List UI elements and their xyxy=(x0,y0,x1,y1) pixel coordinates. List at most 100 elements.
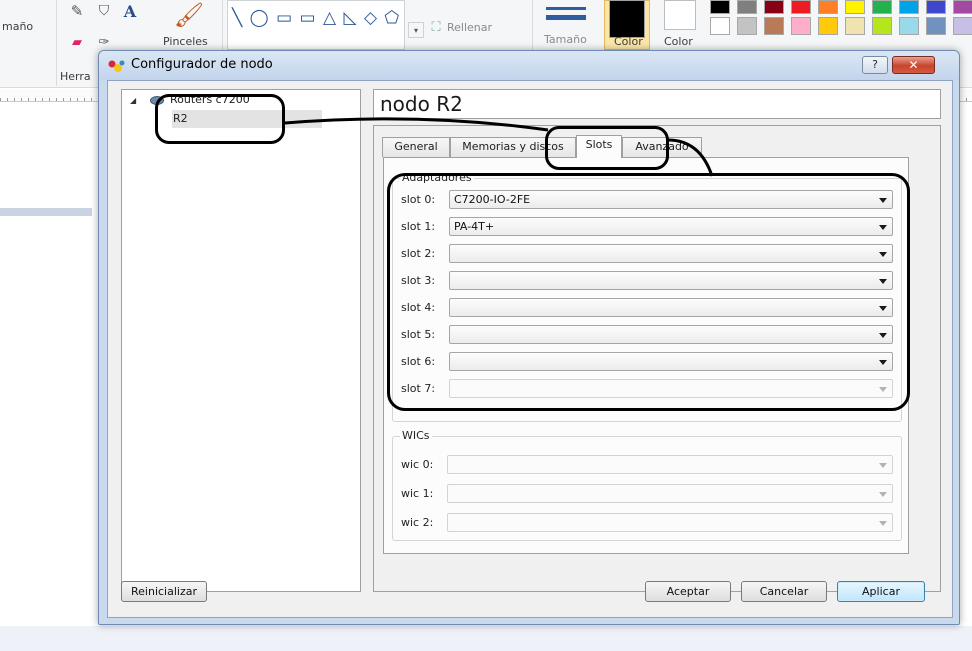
wics-group-title: WICs xyxy=(400,429,432,442)
shapes-scroll-icon[interactable]: ▾ xyxy=(408,22,424,38)
palette-swatch[interactable] xyxy=(791,17,811,35)
text-tool-icon[interactable]: A xyxy=(118,0,142,22)
tab-general[interactable]: General xyxy=(382,137,450,157)
chevron-down-icon xyxy=(879,306,887,311)
slot-0-value: C7200-IO-2FE xyxy=(454,193,531,206)
chevron-down-icon xyxy=(879,279,887,284)
dialog-client-area: ◢ Routers c7200 R2 nodo R2 General Memor… xyxy=(107,80,953,618)
slot-7-select[interactable] xyxy=(449,379,893,398)
palette-swatch[interactable] xyxy=(926,17,946,35)
palette-swatch[interactable] xyxy=(845,17,865,35)
palette-swatch[interactable] xyxy=(899,0,919,14)
color1-swatch xyxy=(609,0,645,38)
color-picker-icon[interactable]: ✑ xyxy=(92,32,116,52)
slot-0-label: slot 0: xyxy=(401,193,436,206)
wic-0-label: wic 0: xyxy=(401,458,434,471)
palette-swatch[interactable] xyxy=(953,0,972,14)
slot-3-select[interactable] xyxy=(449,271,893,290)
outline-size-label[interactable]: Tamaño xyxy=(544,33,587,46)
chevron-down-icon xyxy=(879,521,887,526)
fill-dropdown[interactable]: Rellenar xyxy=(447,21,492,34)
chevron-down-icon xyxy=(879,387,887,392)
wic-2-select[interactable] xyxy=(447,513,893,532)
eraser-icon[interactable]: ▰ xyxy=(64,32,90,52)
chevron-down-icon xyxy=(879,252,887,257)
adapters-group: Adaptadores slot 0: C7200-IO-2FE slot 1:… xyxy=(392,171,902,422)
palette-swatch[interactable] xyxy=(737,17,757,35)
slot-6-label: slot 6: xyxy=(401,355,436,368)
palette-swatch[interactable] xyxy=(737,0,757,14)
color2-swatch[interactable] xyxy=(664,0,696,30)
slot-6-select[interactable] xyxy=(449,352,893,371)
tree-expand-icon[interactable]: ◢ xyxy=(130,96,136,105)
palette-swatch[interactable] xyxy=(926,0,946,14)
tree-root-label[interactable]: Routers c7200 xyxy=(170,93,250,106)
palette-swatch[interactable] xyxy=(953,17,972,35)
palette-swatch[interactable] xyxy=(764,0,784,14)
palette-swatch[interactable] xyxy=(899,17,919,35)
line-size-icon xyxy=(546,7,586,10)
chevron-down-icon xyxy=(879,463,887,468)
color2-label[interactable]: Color xyxy=(664,35,693,48)
line-size-icon xyxy=(546,15,586,20)
tab-advanced[interactable]: Avanzado xyxy=(622,137,702,157)
wic-1-label: wic 1: xyxy=(401,487,434,500)
slot-2-select[interactable] xyxy=(449,244,893,263)
brushes-label[interactable]: Pinceles xyxy=(163,35,208,48)
shapes-gallery[interactable]: ╲ ◯ ▭ ▭ △ ◺ ◇ ⬠ ⬡ ⇨ ⇦ ⇧ xyxy=(227,0,405,50)
slot-4-select[interactable] xyxy=(449,298,893,317)
paint-canvas-edge xyxy=(0,208,92,651)
slot-1-select[interactable]: PA-4T+ xyxy=(449,217,893,236)
dialog-titlebar[interactable]: Configurador de nodo ? ✕ xyxy=(99,51,959,80)
slot-5-select[interactable] xyxy=(449,325,893,344)
pencil-icon[interactable]: ✎ xyxy=(64,0,90,22)
wic-0-select[interactable] xyxy=(447,455,893,474)
palette-swatch[interactable] xyxy=(872,17,892,35)
tools-group-label: Herra xyxy=(60,70,91,83)
wic-2-label: wic 2: xyxy=(401,516,434,529)
help-button[interactable]: ? xyxy=(862,56,888,74)
tab-memories-disks[interactable]: Memorias y discos xyxy=(450,137,576,157)
slot-1-value: PA-4T+ xyxy=(454,220,495,233)
tree-item-r2[interactable]: R2 xyxy=(172,110,322,128)
slot-5-label: slot 5: xyxy=(401,328,436,341)
accept-button[interactable]: Aceptar xyxy=(645,581,731,602)
tab-slots[interactable]: Slots xyxy=(576,135,622,158)
palette-swatch[interactable] xyxy=(764,17,784,35)
slot-1-label: slot 1: xyxy=(401,220,436,233)
close-button[interactable]: ✕ xyxy=(892,56,935,74)
chevron-down-icon xyxy=(879,492,887,497)
cancel-button[interactable]: Cancelar xyxy=(741,581,827,602)
chevron-down-icon xyxy=(879,225,887,230)
palette-swatch[interactable] xyxy=(872,0,892,14)
color1-label: Color xyxy=(614,35,643,48)
brush-icon[interactable]: 🖌 xyxy=(166,0,212,30)
palette-swatch[interactable] xyxy=(845,0,865,14)
router-icon xyxy=(150,96,164,105)
slots-tab-page: Adaptadores slot 0: C7200-IO-2FE slot 1:… xyxy=(383,157,909,554)
slot-7-label: slot 7: xyxy=(401,382,436,395)
slot-4-label: slot 4: xyxy=(401,301,436,314)
size-group-label: maño xyxy=(2,20,34,33)
reset-button[interactable]: Reinicializar xyxy=(121,581,207,602)
palette-swatch[interactable] xyxy=(818,17,838,35)
adapters-group-title: Adaptadores xyxy=(400,171,474,184)
palette-swatch[interactable] xyxy=(710,17,730,35)
apply-button[interactable]: Aplicar xyxy=(837,581,925,602)
slot-2-label: slot 2: xyxy=(401,247,436,260)
slot-0-select[interactable]: C7200-IO-2FE xyxy=(449,190,893,209)
chevron-down-icon xyxy=(879,333,887,338)
node-tree[interactable]: ◢ Routers c7200 R2 xyxy=(121,89,361,592)
palette-swatch[interactable] xyxy=(791,0,811,14)
node-configurator-dialog: Configurador de nodo ? ✕ ◢ Routers c7200… xyxy=(98,50,960,625)
fill-bucket-icon[interactable]: ⛉ xyxy=(92,0,116,22)
palette-swatch[interactable] xyxy=(710,0,730,14)
ribbon-separator xyxy=(56,0,57,86)
node-title: nodo R2 xyxy=(373,89,941,119)
wic-1-select[interactable] xyxy=(447,484,893,503)
fill-icon[interactable]: ⛶ xyxy=(428,19,444,35)
slot-3-label: slot 3: xyxy=(401,274,436,287)
config-tabs: General Memorias y discos Slots Avanzado… xyxy=(373,125,941,592)
gns3-app-icon xyxy=(108,60,125,72)
palette-swatch[interactable] xyxy=(818,0,838,14)
